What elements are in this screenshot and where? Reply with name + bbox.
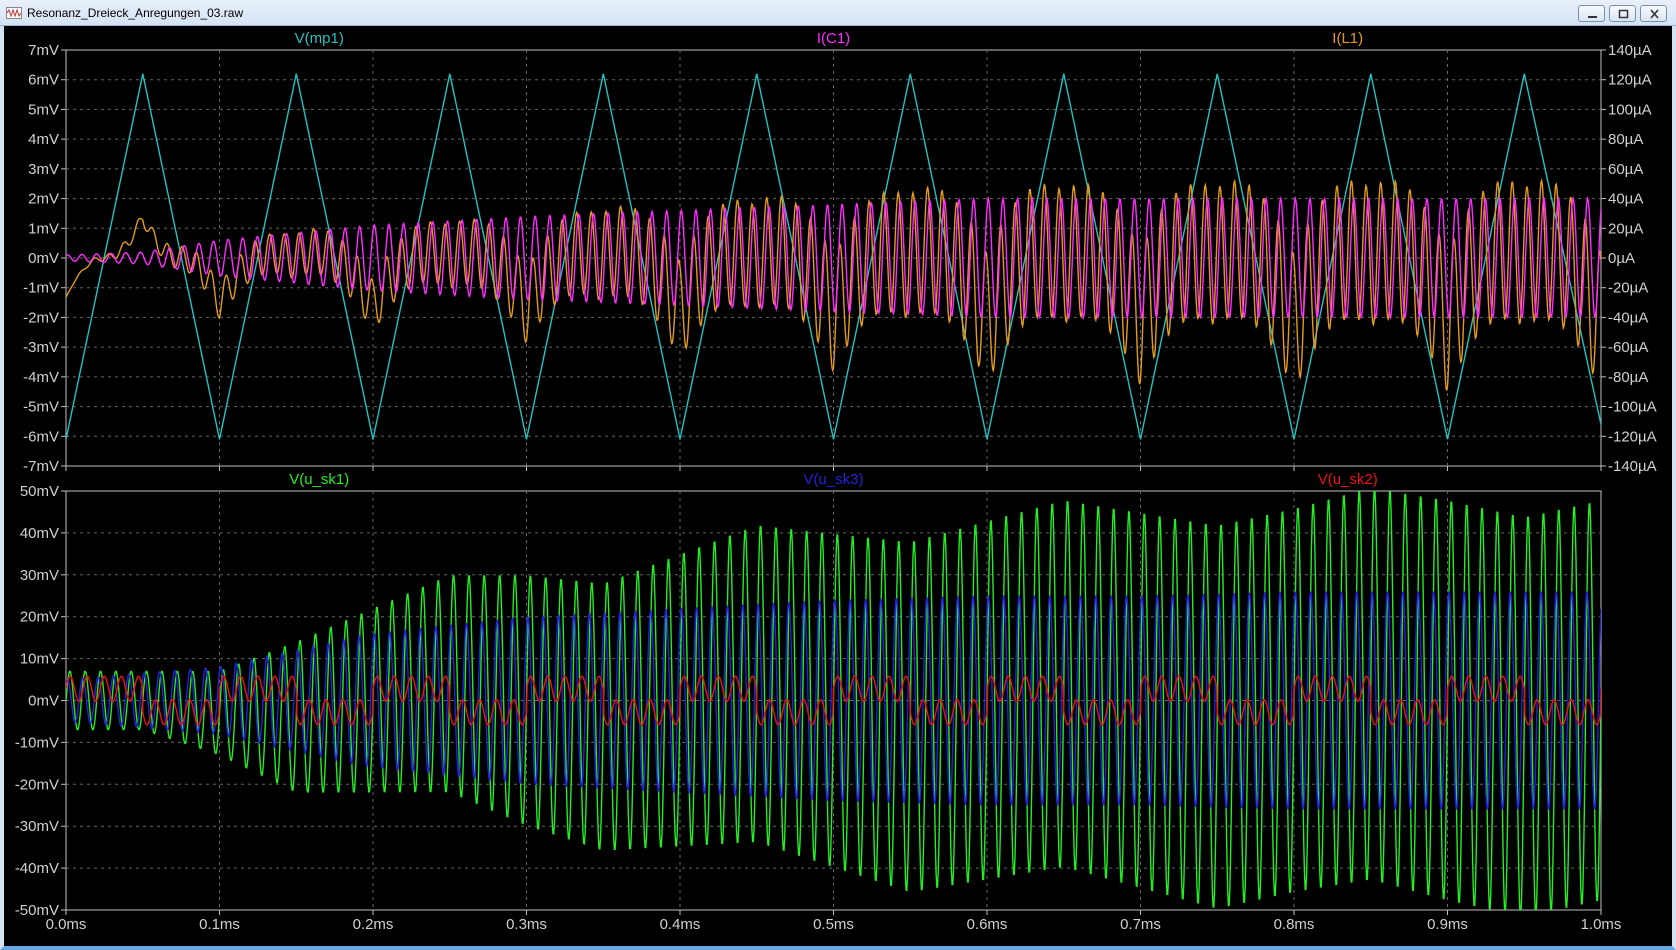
- y-left-tick-label: 0mV: [28, 250, 59, 267]
- y-right-tick-label: 20µA: [1608, 220, 1643, 237]
- y-right-tick-label: -120µA: [1608, 428, 1657, 445]
- y-right-tick-label: -60µA: [1608, 339, 1648, 356]
- x-tick-label: 0.8ms: [1274, 916, 1315, 933]
- y-left-tick-label: 6mV: [28, 72, 59, 89]
- y-right-tick-label: 40µA: [1608, 191, 1643, 208]
- y-left-tick-label: -7mV: [23, 458, 59, 475]
- legend-i-c1-: I(C1): [817, 30, 850, 47]
- x-tick-label: 0.5ms: [813, 916, 854, 933]
- x-tick-label: 0.7ms: [1120, 916, 1161, 933]
- restore-icon: [1618, 9, 1629, 19]
- legend-v-u-sk2-: V(u_sk2): [1318, 471, 1378, 488]
- y-left-tick-label: 7mV: [28, 42, 59, 59]
- x-tick-label: 0.9ms: [1427, 916, 1468, 933]
- y-right-tick-label: -40µA: [1608, 309, 1648, 326]
- window-title: Resonanz_Dreieck_Anregungen_03.raw: [27, 6, 244, 20]
- x-tick-label: 0.2ms: [353, 916, 394, 933]
- y-left-tick-label: 50mV: [20, 483, 59, 500]
- legend-v-u-sk3-: V(u_sk3): [803, 471, 863, 488]
- x-tick-label: 0.4ms: [660, 916, 701, 933]
- y-left-tick-label: 0mV: [28, 693, 59, 710]
- y-right-tick-label: -100µA: [1608, 399, 1657, 416]
- y-right-tick-label: -140µA: [1608, 458, 1657, 475]
- close-icon: [1650, 9, 1659, 19]
- minimize-icon: [1588, 16, 1597, 18]
- legend-v-mp1-: V(mp1): [295, 30, 344, 47]
- restore-button[interactable]: [1609, 5, 1636, 22]
- y-left-tick-label: 30mV: [20, 567, 59, 584]
- waveform-plot-area[interactable]: 7mV 6mV 5mV 4mV 3mV 2mV 1mV 0mV -1mV -2mV -3mV -4mV…: [0, 26, 1676, 946]
- y-left-tick-label: 4mV: [28, 131, 59, 148]
- y-left-tick-label: -4mV: [23, 369, 59, 386]
- y-right-tick-label: 80µA: [1608, 131, 1643, 148]
- waveform-icon: [6, 7, 22, 19]
- minimize-button[interactable]: [1578, 5, 1605, 22]
- y-left-tick-label: 20mV: [20, 609, 59, 626]
- y-left-tick-label: 3mV: [28, 161, 59, 178]
- y-right-tick-label: 100µA: [1608, 101, 1652, 118]
- legend-v-u-sk1-: V(u_sk1): [289, 471, 349, 488]
- y-right-tick-label: 140µA: [1608, 42, 1652, 59]
- y-left-tick-label: 1mV: [28, 220, 59, 237]
- y-left-tick-label: -1mV: [23, 280, 59, 297]
- x-tick-label: 0.3ms: [506, 916, 547, 933]
- legend-i-l1-: I(L1): [1332, 30, 1363, 47]
- window-titlebar: Resonanz_Dreieck_Anregungen_03.raw: [0, 0, 1676, 26]
- y-left-tick-label: -3mV: [23, 339, 59, 356]
- y-left-tick-label: -30mV: [15, 818, 59, 835]
- y-left-tick-label: -10mV: [15, 734, 59, 751]
- y-left-tick-label: 10mV: [20, 651, 59, 668]
- y-right-tick-label: 60µA: [1608, 161, 1643, 178]
- y-right-tick-label: 120µA: [1608, 72, 1652, 89]
- y-right-tick-label: -80µA: [1608, 369, 1648, 386]
- pane-1: 7mV 6mV 5mV 4mV 3mV 2mV 1mV 0mV -1mV -2mV -3mV -4mV…: [23, 30, 1657, 475]
- x-tick-label: 0.1ms: [199, 916, 240, 933]
- y-left-tick-label: 40mV: [20, 525, 59, 542]
- x-tick-label: 1.0ms: [1581, 916, 1622, 933]
- close-button[interactable]: [1640, 5, 1667, 22]
- y-right-tick-label: 0µA: [1608, 250, 1635, 267]
- y-left-tick-label: 2mV: [28, 191, 59, 208]
- y-left-tick-label: 5mV: [28, 101, 59, 118]
- y-left-tick-label: -2mV: [23, 309, 59, 326]
- pane-2: 0.0ms 0.1ms 0.2ms 0.3ms 0.4ms 0.5ms 0.6ms 0.7ms…: [15, 471, 1622, 933]
- y-right-tick-label: -20µA: [1608, 280, 1648, 297]
- y-left-tick-label: -6mV: [23, 428, 59, 445]
- y-left-tick-label: -50mV: [15, 902, 59, 919]
- y-left-tick-label: -5mV: [23, 399, 59, 416]
- y-left-tick-label: -40mV: [15, 860, 59, 877]
- y-left-tick-label: -20mV: [15, 776, 59, 793]
- x-tick-label: 0.6ms: [967, 916, 1008, 933]
